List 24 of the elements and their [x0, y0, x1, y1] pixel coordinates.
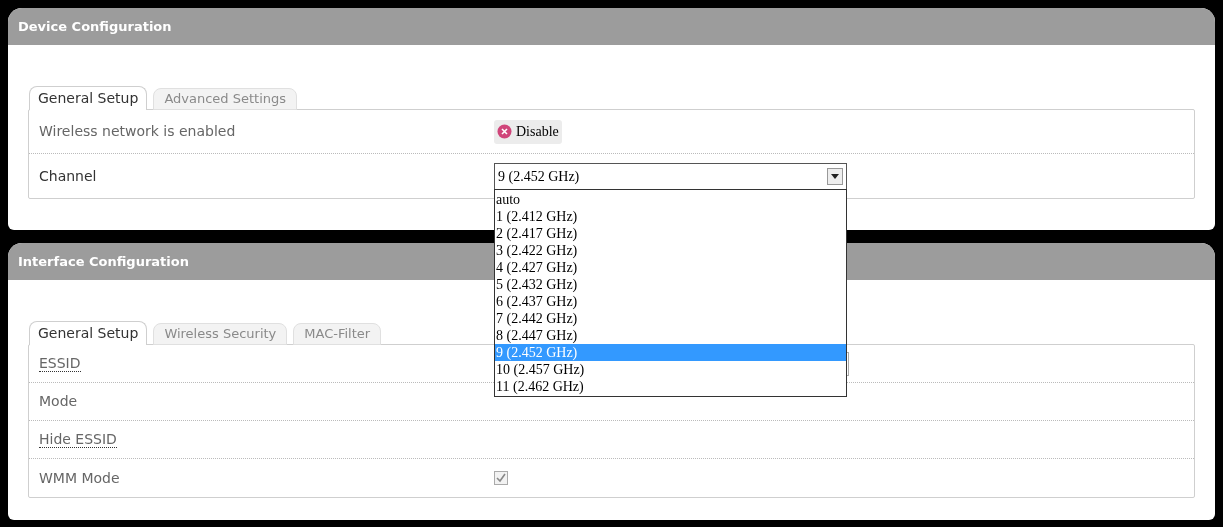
dropdown-option[interactable]: 5 (2.432 GHz) — [495, 275, 846, 293]
dropdown-option[interactable]: 11 (2.462 GHz) — [495, 377, 846, 395]
field-label: WMM Mode — [39, 469, 120, 486]
channel-select[interactable]: 9 (2.452 GHz) — [494, 162, 847, 190]
tab[interactable]: General Setup — [29, 86, 148, 110]
dropdown-option[interactable]: auto — [495, 190, 846, 208]
dropdown-option[interactable]: 10 (2.457 GHz) — [495, 360, 846, 378]
field-label: Channel — [39, 166, 98, 186]
field-label: Mode — [39, 393, 78, 409]
dropdown-option[interactable]: 6 (2.437 GHz) — [495, 292, 846, 310]
dropdown-option[interactable]: 7 (2.442 GHz) — [495, 309, 846, 327]
field-label: Hide ESSID — [39, 431, 117, 448]
field-label: ESSID — [39, 355, 81, 372]
field-label: Wireless network is enabled — [39, 122, 237, 141]
cross-icon — [497, 124, 512, 139]
dropdown-option[interactable]: 2 (2.417 GHz) — [495, 224, 846, 242]
dropdown-option[interactable]: 1 (2.412 GHz) — [495, 207, 846, 225]
panel-title: Device Configuration — [18, 17, 172, 36]
panel-title: Interface Configuration — [18, 252, 189, 271]
dropdown-option[interactable]: 3 (2.422 GHz) — [495, 241, 846, 259]
dropdown-option[interactable]: 4 (2.427 GHz) — [495, 258, 846, 276]
disable-button[interactable]: Disable — [494, 119, 562, 144]
tab[interactable]: General Setup — [29, 321, 148, 345]
dropdown-option[interactable]: 8 (2.447 GHz) — [495, 326, 846, 344]
